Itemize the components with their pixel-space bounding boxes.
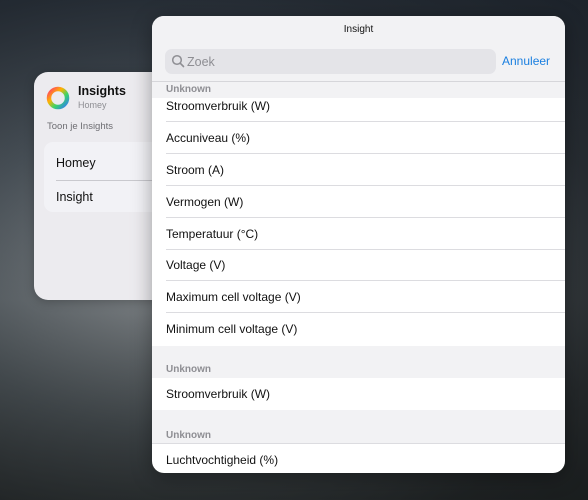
list-item-label: Stroom (A) [166,163,225,177]
widget-title: Insights [78,84,126,98]
list-item-label: Luchtvochtigheid (%) [166,453,279,467]
list-item-label: Stroomverbruik (W) [166,387,271,401]
list-item-label: Minimum cell voltage (V) [166,322,298,336]
widget-subtitle: Homey [78,100,107,110]
section-header: Unknown [166,430,211,441]
list-item[interactable]: Stroom (A) [152,154,565,186]
list-item[interactable]: Voltage (V) [152,249,565,281]
section-header: Unknown [166,364,211,375]
list-item[interactable]: Luchtvochtigheid (%) [152,444,565,473]
list-item[interactable]: Accuniveau (%) [152,122,565,154]
insight-picker-sheet: Insight Annuleer Unknown Stroomverbruik … [152,16,565,473]
list-item-label: Maximum cell voltage (V) [166,290,301,304]
search-input[interactable] [187,49,487,74]
list-item[interactable]: Minimum cell voltage (V) [152,313,565,345]
list-item[interactable]: Maximum cell voltage (V) [152,281,565,313]
widget-item-homey[interactable]: Homey [56,156,96,170]
list-item-label: Stroomverbruik (W) [166,99,271,113]
list-item-label: Accuniveau (%) [166,131,251,145]
sheet-title: Insight [343,24,374,35]
homey-logo-icon [46,86,70,110]
list-item[interactable]: Stroomverbruik (W) [152,90,565,122]
section-gap [152,346,565,378]
widget-hint: Toon je Insights [47,121,114,132]
header-divider [152,81,565,82]
list-item-label: Temperatuur (°C) [166,227,259,241]
search-field[interactable] [165,49,496,74]
list-item[interactable]: Vermogen (W) [152,186,565,218]
list-item-label: Voltage (V) [166,258,226,272]
cancel-button[interactable]: Annuleer [502,54,550,68]
list-item[interactable]: Temperatuur (°C) [152,218,565,250]
list-item[interactable]: Stroomverbruik (W) [152,378,565,410]
list-item-label: Vermogen (W) [166,195,244,209]
search-icon [171,54,185,68]
widget-item-insight[interactable]: Insight [56,190,93,204]
section-gap [152,410,565,443]
